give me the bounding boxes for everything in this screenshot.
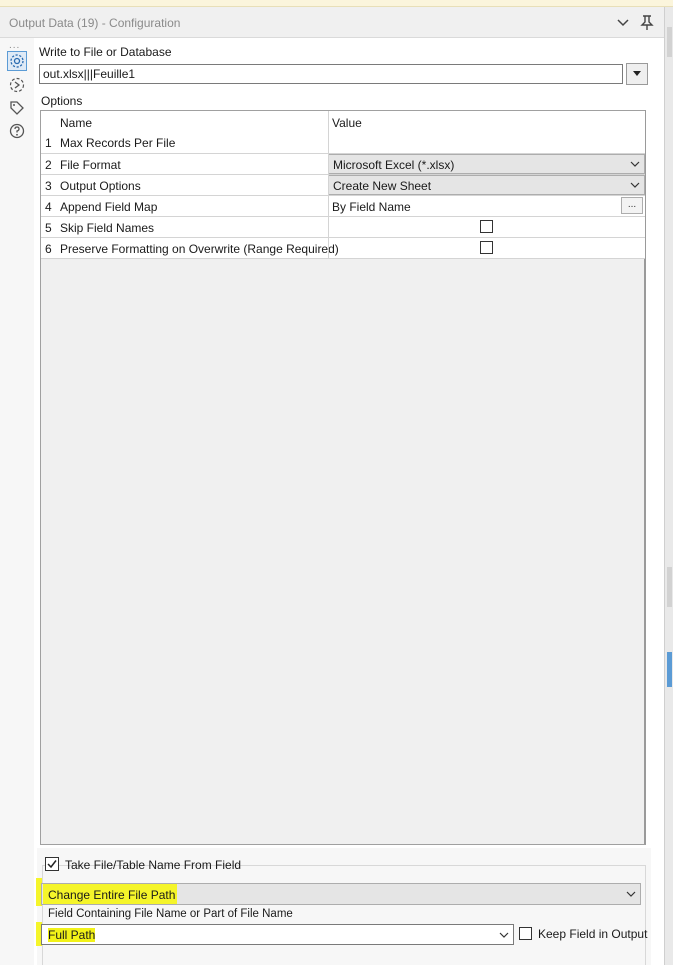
row-number: 4 [45,200,52,214]
row-name-file-format: File Format [60,158,121,172]
output-options-select[interactable]: Create New Sheet [328,175,645,195]
file-path-mode-select[interactable]: Change Entire File Path [41,883,641,905]
connection-icon[interactable] [8,76,26,94]
row-name-append-field-map: Append Field Map [60,200,158,214]
field-containing-label: Field Containing File Name or Part of Fi… [48,908,293,920]
row-number: 3 [45,179,52,193]
take-file-label: Take File/Table Name From Field [65,858,242,872]
options-label: Options [41,94,83,108]
chevron-down-icon [626,891,636,897]
triangle-down-icon [633,71,641,76]
row-number: 1 [45,136,52,150]
table-row[interactable]: 6 Preserve Formatting on Overwrite (Rang… [41,237,645,258]
window-title: Output Data (19) - Configuration [9,16,181,30]
row-name-output-options: Output Options [60,179,141,193]
preserve-formatting-checkbox[interactable] [480,241,493,254]
more-dots-icon[interactable]: ... [9,40,20,51]
row-number: 5 [45,221,52,235]
table-row[interactable]: 5 Skip Field Names [41,216,645,237]
field-name-value: Full Path [48,928,96,942]
row-name-skip-field-names: Skip Field Names [60,221,155,235]
help-icon[interactable] [8,122,26,140]
chevron-down-icon[interactable] [614,13,632,31]
table-row[interactable]: 3 Output Options Create New Sheet [41,174,645,195]
field-name-select[interactable]: Full Path [41,924,514,945]
grid-bottom-line [41,258,645,259]
chevron-down-icon [499,932,509,938]
grid-header: Name Value 1 Max Records Per File [41,111,645,153]
right-scroll-strip[interactable] [664,7,673,965]
table-row[interactable]: 2 File Format Microsoft Excel (*.xlsx) [41,153,645,174]
file-format-value: Microsoft Excel (*.xlsx) [333,158,455,172]
table-row[interactable]: 4 Append Field Map By Field Name ... [41,195,645,216]
file-path-mode-value: Change Entire File Path [48,888,176,902]
write-dropdown-button[interactable] [626,63,648,85]
append-field-map-value: By Field Name [332,200,411,214]
row-name-max-records: Max Records Per File [60,136,176,150]
sidebar [0,38,34,965]
take-file-checkbox[interactable] [45,857,59,871]
options-grid: Name Value 1 Max Records Per File 2 File… [40,110,646,845]
keep-field-checkbox[interactable] [519,927,532,940]
chevron-down-icon [630,182,640,188]
column-divider [328,111,329,258]
strip-segment [667,27,672,57]
row-number: 2 [45,158,52,172]
chevron-down-icon [630,161,640,167]
write-label: Write to File or Database [39,45,172,59]
output-options-value: Create New Sheet [333,179,432,193]
strip-segment [667,567,672,607]
title-bar: Output Data (19) - Configuration [0,7,664,38]
write-path-input[interactable]: out.xlsx|||Feuille1 [39,64,623,84]
file-format-select[interactable]: Microsoft Excel (*.xlsx) [328,154,645,174]
keep-field-label: Keep Field in Output [538,927,648,941]
gear-icon[interactable] [7,51,27,71]
top-accent-line [0,0,673,7]
append-field-map-button[interactable]: ... [621,197,643,214]
skip-field-names-checkbox[interactable] [480,220,493,233]
tag-icon[interactable] [8,99,26,117]
strip-segment-active [667,652,672,687]
row-name-preserve-formatting: Preserve Formatting on Overwrite (Range … [60,242,339,256]
header-name: Name [60,116,93,130]
pin-icon[interactable] [638,13,656,31]
row-number: 6 [45,242,52,256]
header-value: Value [332,116,362,130]
